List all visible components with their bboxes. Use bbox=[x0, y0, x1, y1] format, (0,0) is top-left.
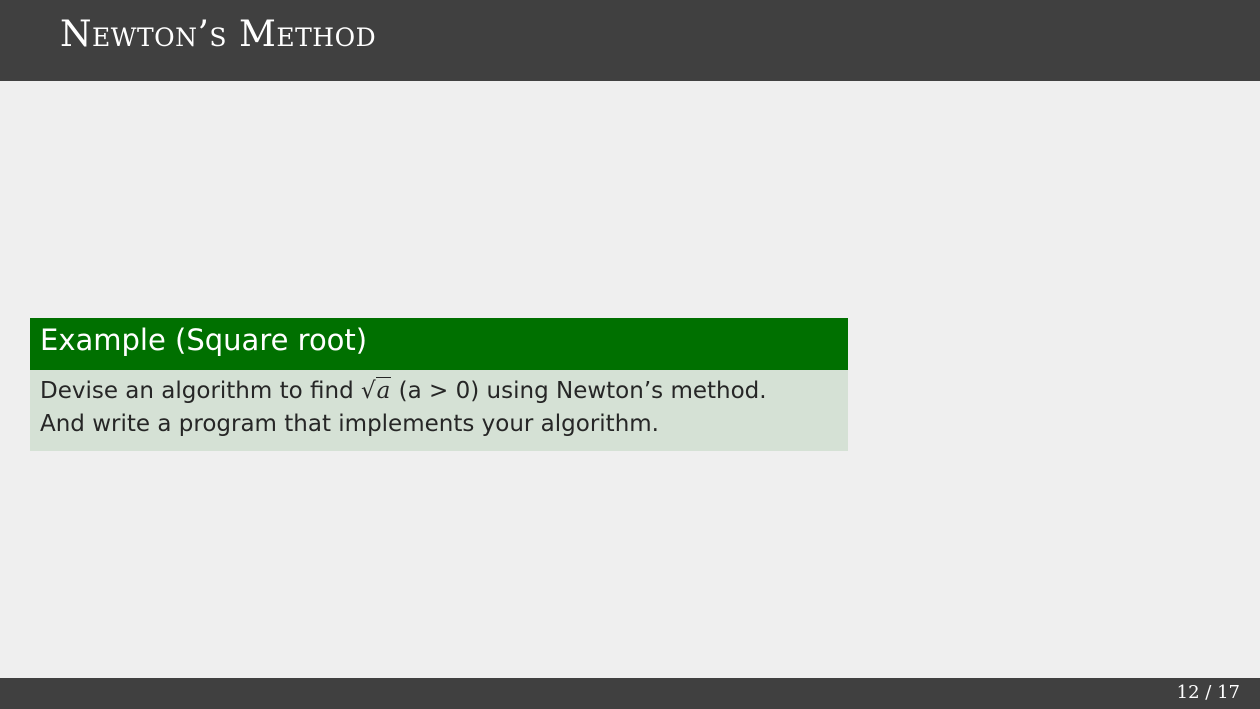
condition-text: (a > 0) bbox=[391, 378, 480, 404]
slide-title: Newton’s Method bbox=[60, 14, 377, 55]
line1-prefix: Devise an algorithm to find bbox=[40, 378, 361, 404]
example-line-1: Devise an algorithm to find √a (a > 0) u… bbox=[40, 375, 838, 408]
example-block: Example (Square root) Devise an algorith… bbox=[30, 318, 848, 451]
title-bar: Newton’s Method bbox=[0, 0, 1260, 81]
line1-suffix: using Newton’s method. bbox=[479, 378, 767, 404]
example-body: Devise an algorithm to find √a (a > 0) u… bbox=[30, 370, 848, 451]
sqrt-symbol: √ bbox=[360, 378, 376, 404]
footer-bar: 12 / 17 bbox=[0, 678, 1260, 709]
sqrt-argument: a bbox=[375, 377, 392, 404]
page-number: 12 / 17 bbox=[1176, 682, 1240, 703]
example-line-2: And write a program that implements your… bbox=[40, 411, 659, 437]
example-header: Example (Square root) bbox=[30, 318, 848, 370]
